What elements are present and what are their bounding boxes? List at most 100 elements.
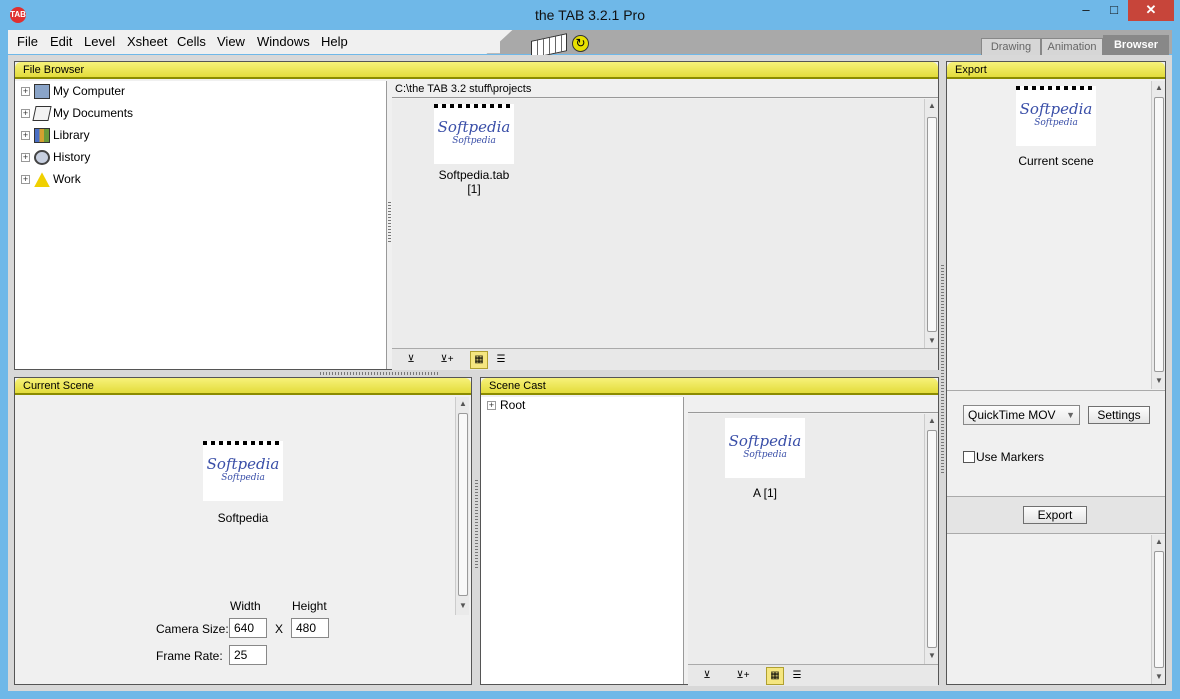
format-select[interactable]: QuickTime MOV ▼: [963, 405, 1080, 425]
new-folder-icon[interactable]: ⊻+: [434, 351, 460, 369]
scroll-down-icon[interactable]: ▼: [1154, 672, 1164, 681]
file-name[interactable]: Softpedia.tab: [424, 168, 524, 182]
scroll-thumb[interactable]: [927, 117, 937, 332]
scroll-up-icon[interactable]: ▲: [458, 399, 468, 408]
cast-scrollbar[interactable]: ▲ ▼: [924, 414, 938, 664]
cast-tree: + Root: [481, 397, 684, 684]
export-preview: Softpedia Softpedia Current scene: [947, 81, 1151, 389]
export-scene-label: Current scene: [1018, 154, 1094, 168]
menu-xsheet[interactable]: Xsheet: [127, 34, 167, 49]
tree-label: Library: [53, 128, 90, 142]
scroll-up-icon[interactable]: ▲: [927, 416, 937, 425]
menu-cells[interactable]: Cells: [177, 34, 206, 49]
scroll-thumb[interactable]: [927, 430, 937, 648]
new-scene-icon[interactable]: ⊻: [398, 351, 424, 369]
tab-drawing[interactable]: Drawing: [981, 38, 1041, 55]
scroll-up-icon[interactable]: ▲: [927, 101, 937, 110]
tree-label: Work: [53, 172, 81, 186]
scroll-up-icon[interactable]: ▲: [1154, 537, 1164, 546]
list-view-button[interactable]: ☰: [492, 351, 510, 369]
scroll-thumb[interactable]: [1154, 551, 1164, 668]
new-level-icon[interactable]: ⊻: [694, 667, 720, 685]
film-strip: [203, 441, 283, 445]
scroll-thumb[interactable]: [458, 413, 468, 596]
export-scrollbar[interactable]: ▲ ▼: [1151, 81, 1165, 389]
settings-button[interactable]: Settings: [1088, 406, 1150, 424]
scene-name: Softpedia: [217, 511, 269, 525]
scene-scrollbar[interactable]: ▲ ▼: [455, 397, 469, 615]
menu-help[interactable]: Help: [321, 34, 348, 49]
tree-label: Root: [500, 398, 526, 412]
cast-view: Softpedia Softpedia A [1]: [688, 414, 924, 664]
export-log-scrollbar[interactable]: ▲ ▼: [1151, 535, 1165, 684]
menu-view[interactable]: View: [217, 34, 245, 49]
film-strip: [1016, 86, 1096, 90]
panel-title: Export: [947, 62, 1165, 79]
library-icon: [34, 128, 50, 144]
frame-rate-input[interactable]: 25: [229, 645, 267, 665]
new-cast-folder-icon[interactable]: ⊻+: [730, 667, 756, 685]
menu-edit[interactable]: Edit: [50, 34, 72, 49]
menu-file[interactable]: File: [17, 34, 38, 49]
tree-item-work[interactable]: + Work: [21, 169, 81, 189]
expand-icon[interactable]: +: [21, 109, 30, 119]
thumbnail-logo: Softpedia: [437, 118, 511, 136]
expand-icon[interactable]: +: [487, 401, 496, 411]
scroll-up-icon[interactable]: ▲: [1154, 83, 1164, 92]
camera-height-input[interactable]: 480: [291, 618, 329, 638]
scroll-down-icon[interactable]: ▼: [927, 336, 937, 345]
panel-title: Current Scene: [15, 378, 471, 395]
file-view: Softpedia Softpedia Softpedia.tab [1]: [392, 99, 924, 348]
refresh-icon[interactable]: ↻: [572, 35, 589, 52]
scroll-down-icon[interactable]: ▼: [1154, 376, 1164, 385]
minimize-button[interactable]: –: [1072, 0, 1100, 21]
file-view-scrollbar[interactable]: ▲ ▼: [924, 99, 938, 348]
camera-width-input[interactable]: 640: [229, 618, 267, 638]
tab-browser[interactable]: Browser: [1103, 35, 1169, 55]
maximize-button[interactable]: □: [1100, 0, 1128, 21]
menu-windows[interactable]: Windows: [257, 34, 310, 49]
close-button[interactable]: ✕: [1128, 0, 1174, 21]
folder-path: C:\the TAB 3.2 stuff\projects: [392, 81, 938, 98]
tree-item-library[interactable]: + Library: [21, 125, 90, 145]
icon-view-button[interactable]: ▦: [470, 351, 488, 369]
menu-level[interactable]: Level: [84, 34, 115, 49]
splitter-handle[interactable]: [475, 480, 478, 570]
use-markers-label: Use Markers: [976, 450, 1045, 464]
thumbnail-logo: Softpedia: [728, 432, 802, 450]
tree-label: My Documents: [53, 106, 134, 120]
list-view-button[interactable]: ☰: [788, 667, 806, 685]
cast-thumbnail[interactable]: Softpedia Softpedia: [725, 418, 805, 478]
x-label: X: [275, 622, 284, 636]
use-markers-checkbox[interactable]: [963, 451, 975, 463]
tree-item-my-computer[interactable]: + My Computer: [21, 81, 125, 101]
tree-item-my-documents[interactable]: + My Documents: [21, 103, 133, 123]
expand-icon[interactable]: +: [21, 175, 30, 185]
panel-title: Scene Cast: [481, 378, 938, 395]
export-options: QuickTime MOV ▼ Settings Use Markers: [947, 390, 1165, 496]
splitter-handle[interactable]: [320, 372, 440, 375]
cast-path: [688, 397, 938, 413]
window-title: the TAB 3.2.1 Pro: [535, 7, 645, 23]
expand-icon[interactable]: +: [21, 131, 30, 141]
scene-thumbnail[interactable]: Softpedia Softpedia: [203, 441, 283, 501]
tree-item-history[interactable]: + History: [21, 147, 90, 167]
tree-item-root[interactable]: + Root: [487, 395, 525, 415]
camera-size-label: Camera Size:: [156, 622, 229, 636]
expand-icon[interactable]: +: [21, 153, 30, 163]
scroll-down-icon[interactable]: ▼: [458, 601, 468, 610]
export-action-bar: Export: [947, 496, 1165, 534]
tab-animation[interactable]: Animation: [1041, 38, 1103, 55]
splitter-handle[interactable]: [941, 265, 944, 475]
width-label: Width: [230, 599, 261, 613]
cast-item-name[interactable]: A [1]: [715, 486, 815, 500]
export-button[interactable]: Export: [1023, 506, 1087, 524]
icon-view-button[interactable]: ▦: [766, 667, 784, 685]
expand-icon[interactable]: +: [21, 87, 30, 97]
scroll-down-icon[interactable]: ▼: [927, 651, 937, 660]
scroll-thumb[interactable]: [1154, 97, 1164, 372]
computer-icon: [34, 84, 50, 100]
tree-label: History: [53, 150, 91, 164]
splitter-handle[interactable]: [388, 202, 391, 242]
file-thumbnail[interactable]: Softpedia Softpedia: [434, 104, 514, 164]
